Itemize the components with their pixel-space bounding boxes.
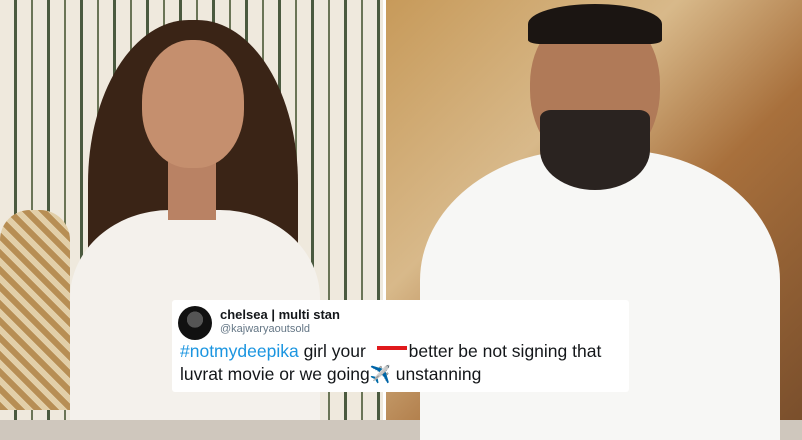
tweet-body: #notmydeepika girl your better be not si…: [180, 340, 625, 386]
man-beard: [540, 110, 650, 190]
airplane-icon: ✈️: [369, 365, 391, 384]
avatar[interactable]: [178, 306, 212, 340]
tweet-text-3: unstanning: [390, 364, 482, 384]
redaction-mark: [376, 346, 407, 351]
tweet-handle[interactable]: @kajwaryaoutsold: [220, 323, 310, 335]
hashtag-link[interactable]: #notmydeepika: [180, 341, 299, 361]
man-shirt: [420, 150, 780, 440]
tweet-card: chelsea | multi stan @kajwaryaoutsold #n…: [172, 300, 629, 392]
chair: [0, 210, 70, 410]
tweet-text-1: girl your: [298, 341, 371, 361]
woman-face: [142, 40, 244, 168]
tweet-display-name[interactable]: chelsea | multi stan: [220, 307, 340, 322]
man-hair: [528, 4, 662, 44]
woman-neck: [168, 160, 216, 220]
